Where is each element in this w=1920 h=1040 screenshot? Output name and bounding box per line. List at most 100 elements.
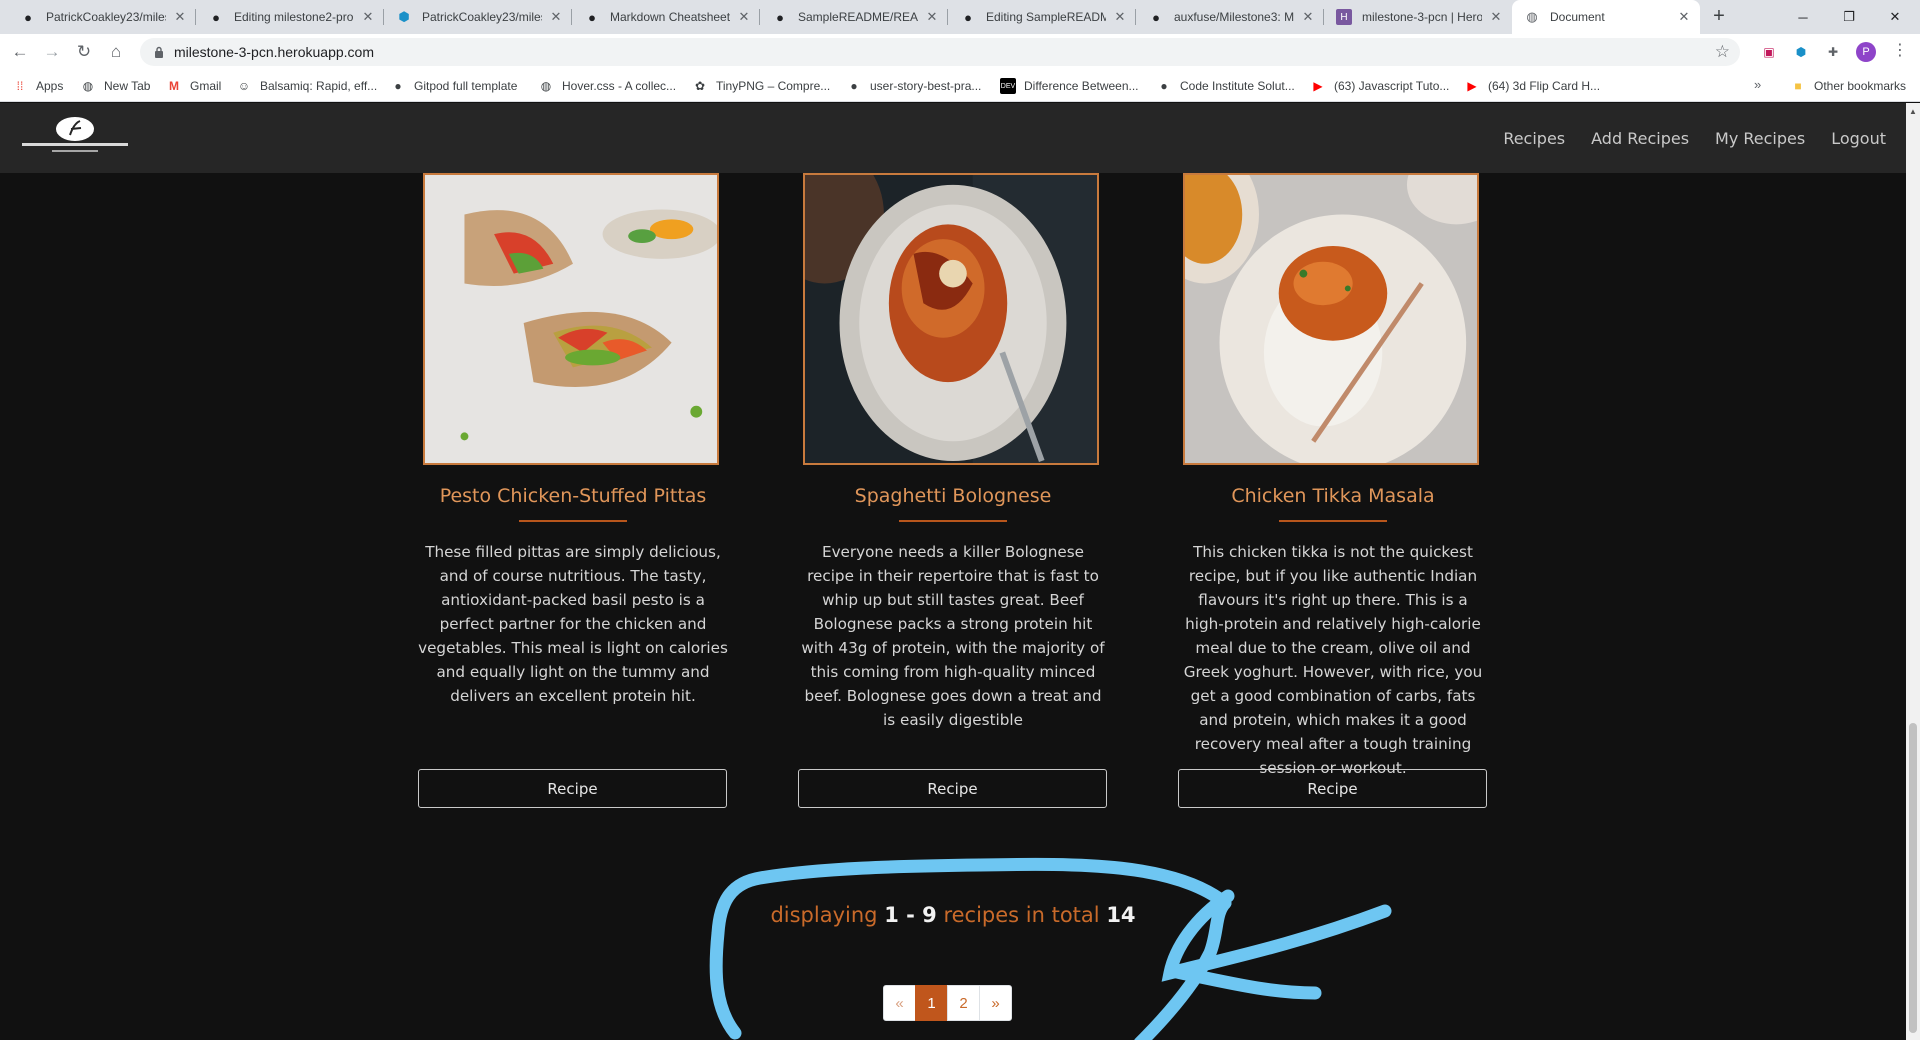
bookmark-item[interactable]: ◍ New Tab — [80, 70, 151, 102]
puzzle-icon[interactable]: ✚ — [1824, 43, 1842, 61]
pagination-next[interactable]: » — [979, 985, 1012, 1021]
pagination-prev[interactable]: « — [883, 985, 916, 1021]
balsamiq-icon: ☺ — [237, 79, 251, 93]
tab-title: Editing milestone2-pro — [234, 10, 354, 24]
bookmark-label: Code Institute Solut... — [1180, 79, 1295, 93]
bookmark-item[interactable]: DEV Difference Between... — [1000, 70, 1139, 102]
github-icon: ● — [1160, 79, 1168, 93]
browser-tab[interactable]: ● SampleREADME/READI ✕ — [760, 0, 948, 34]
pagination-page[interactable]: 1 — [915, 985, 948, 1021]
bookmark-item[interactable]: ◍ Hover.css - A collec... — [538, 70, 676, 102]
close-icon[interactable]: ✕ — [924, 9, 940, 25]
browser-tab[interactable]: ● PatrickCoakley23/miles ✕ — [8, 0, 196, 34]
chevron-more-icon[interactable]: » — [1754, 77, 1761, 92]
recipe-image — [423, 173, 719, 465]
site-logo[interactable] — [20, 113, 130, 163]
globe-icon: ◍ — [1526, 9, 1538, 24]
close-icon[interactable]: ✕ — [360, 9, 376, 25]
nav-recipes-link[interactable]: Recipes — [1503, 129, 1565, 148]
tab-title: PatrickCoakley23/miles — [46, 10, 166, 24]
avatar[interactable]: P — [1856, 42, 1876, 62]
title-underline — [519, 520, 627, 522]
minimize-icon[interactable]: ─ — [1780, 0, 1826, 34]
recipe-button[interactable]: Recipe — [418, 769, 727, 808]
results-summary: displaying 1 - 9 recipes in total 14 — [0, 903, 1906, 927]
forward-icon[interactable]: → — [38, 38, 66, 66]
home-icon[interactable]: ⌂ — [102, 38, 130, 66]
recipe-button[interactable]: Recipe — [798, 769, 1107, 808]
bookmark-item[interactable]: ✿ TinyPNG – Compre... — [692, 70, 830, 102]
menu-icon[interactable]: ⋮ — [1890, 42, 1910, 62]
bookmark-item[interactable]: ● Code Institute Solut... — [1156, 70, 1295, 102]
bookmark-label: Gitpod full template — [414, 79, 518, 93]
title-underline — [1279, 520, 1387, 522]
bookmark-item[interactable]: ● Gitpod full template — [390, 70, 517, 102]
recipe-button[interactable]: Recipe — [1178, 769, 1487, 808]
bookmark-item[interactable]: ☺ Balsamiq: Rapid, eff... — [236, 70, 377, 102]
recipe-title: Chicken Tikka Masala — [1231, 485, 1435, 507]
back-icon[interactable]: ← — [6, 38, 34, 66]
summary-middle: recipes in total — [943, 903, 1100, 927]
browser-tab[interactable]: ● Editing SampleREADMI ✕ — [948, 0, 1136, 34]
browser-tab[interactable]: ● auxfuse/Milestone3: M ✕ — [1136, 0, 1324, 34]
page-scrollbar[interactable]: ▲ — [1906, 103, 1920, 1040]
scrollbar-thumb[interactable] — [1909, 723, 1917, 1033]
close-icon[interactable]: ✕ — [1112, 9, 1128, 25]
gitpod-extension-icon[interactable]: ⬢ — [1792, 43, 1810, 61]
bookmark-label: (64) 3d Flip Card H... — [1488, 79, 1601, 93]
bookmark-item[interactable]: M Gmail — [166, 70, 221, 102]
bookmark-label: New Tab — [104, 79, 151, 93]
pagination-page[interactable]: 2 — [947, 985, 980, 1021]
browser-tab[interactable]: ⬢ PatrickCoakley23/miles ✕ — [384, 0, 572, 34]
browser-tab[interactable]: H milestone-3-pcn | Hero ✕ — [1324, 0, 1512, 34]
pagination: « 1 2 » — [883, 985, 1012, 1021]
reload-icon[interactable]: ↻ — [70, 38, 98, 66]
github-icon: ● — [24, 9, 32, 25]
heroku-icon: H — [1336, 9, 1352, 25]
close-icon[interactable]: ✕ — [548, 9, 564, 25]
restore-icon[interactable]: ❐ — [1826, 0, 1872, 34]
scroll-up-icon[interactable]: ▲ — [1909, 107, 1917, 116]
nav-logout-link[interactable]: Logout — [1831, 129, 1886, 148]
nav-add-recipes-link[interactable]: Add Recipes — [1591, 129, 1689, 148]
close-icon[interactable]: ✕ — [736, 9, 752, 25]
extension-icon[interactable]: ▣ — [1760, 43, 1778, 61]
browser-tab[interactable]: ● Markdown Cheatsheet ✕ — [572, 0, 760, 34]
github-icon: ● — [776, 9, 784, 25]
close-icon[interactable]: ✕ — [1300, 9, 1316, 25]
lock-icon — [154, 46, 164, 58]
bookmark-item[interactable]: ⁞⁞ Apps — [12, 70, 64, 102]
close-icon[interactable]: ✕ — [1676, 9, 1692, 25]
tab-title: SampleREADME/READI — [798, 10, 918, 24]
nav-my-recipes-link[interactable]: My Recipes — [1715, 129, 1805, 148]
bookmark-item[interactable]: ▶ (63) Javascript Tuto... — [1310, 70, 1449, 102]
close-icon[interactable]: ✕ — [1488, 9, 1504, 25]
bookmark-star-icon[interactable]: ☆ — [1715, 42, 1730, 62]
tab-title: PatrickCoakley23/miles — [422, 10, 542, 24]
page-viewport: Recipes Add Recipes My Recipes Logout Pe… — [0, 103, 1906, 1040]
gmail-icon: M — [169, 79, 179, 93]
close-icon[interactable]: ✕ — [172, 9, 188, 25]
other-bookmarks[interactable]: ■ Other bookmarks — [1790, 70, 1906, 102]
site-navbar: Recipes Add Recipes My Recipes Logout — [0, 103, 1906, 173]
browser-tab[interactable]: ● Editing milestone2-pro ✕ — [196, 0, 384, 34]
browser-tab-active[interactable]: ◍ Document ✕ — [1512, 0, 1700, 34]
youtube-icon: ▶ — [1313, 79, 1323, 93]
youtube-icon: ▶ — [1467, 79, 1477, 93]
github-icon: ● — [588, 9, 596, 25]
bookmark-label: TinyPNG – Compre... — [716, 79, 831, 93]
globe-icon: ◍ — [540, 79, 552, 93]
bookmark-item[interactable]: ▶ (64) 3d Flip Card H... — [1464, 70, 1600, 102]
close-window-icon[interactable]: ✕ — [1872, 0, 1918, 34]
address-bar[interactable]: milestone-3-pcn.herokuapp.com ☆ — [140, 38, 1740, 66]
new-tab-button[interactable]: + — [1706, 4, 1732, 30]
url-text: milestone-3-pcn.herokuapp.com — [174, 44, 374, 60]
browser-toolbar: ← → ↻ ⌂ milestone-3-pcn.herokuapp.com ☆ … — [0, 34, 1920, 70]
tab-title: milestone-3-pcn | Hero — [1362, 10, 1482, 24]
bookmark-item[interactable]: ● user-story-best-pra... — [846, 70, 981, 102]
bookmark-label: Balsamiq: Rapid, eff... — [260, 79, 378, 93]
github-icon: ● — [964, 9, 972, 25]
title-underline — [899, 520, 1007, 522]
github-icon: ● — [850, 79, 858, 93]
folder-icon: ■ — [1794, 79, 1802, 93]
